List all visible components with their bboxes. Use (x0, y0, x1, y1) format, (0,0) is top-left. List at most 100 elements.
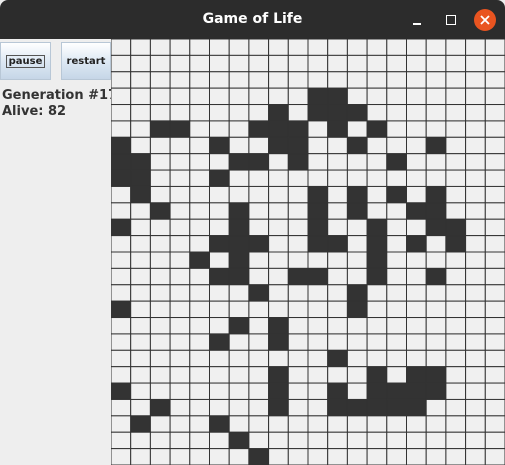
cell-dead[interactable] (445, 169, 467, 187)
cell-dead[interactable] (484, 398, 505, 417)
cell-dead[interactable] (169, 300, 191, 319)
cell-dead[interactable] (209, 54, 230, 73)
cell-dead[interactable] (346, 415, 368, 433)
cell-dead[interactable] (406, 71, 427, 89)
cell-dead[interactable] (445, 448, 467, 465)
cell-dead[interactable] (327, 136, 348, 155)
cell-dead[interactable] (209, 251, 230, 269)
cell-dead[interactable] (169, 235, 191, 253)
cell-dead[interactable] (111, 39, 132, 56)
cell-dead[interactable] (327, 366, 348, 384)
cell-dead[interactable] (346, 448, 368, 465)
cell-dead[interactable] (189, 366, 211, 384)
cell-dead[interactable] (406, 284, 427, 302)
cell-dead[interactable] (111, 71, 132, 89)
title-bar[interactable]: Game of Life (0, 0, 505, 39)
cell-dead[interactable] (169, 415, 191, 433)
cell-dead[interactable] (169, 366, 191, 384)
cell-dead[interactable] (307, 415, 329, 433)
cell-dead[interactable] (149, 382, 171, 400)
cell-alive[interactable] (327, 349, 348, 368)
cell-alive[interactable] (366, 235, 388, 253)
cell-alive[interactable] (248, 120, 270, 138)
cell-dead[interactable] (465, 185, 486, 204)
cell-dead[interactable] (287, 333, 309, 351)
cell-dead[interactable] (189, 235, 211, 253)
cell-dead[interactable] (248, 218, 270, 237)
cell-dead[interactable] (228, 300, 250, 319)
cell-dead[interactable] (386, 202, 407, 220)
cell-dead[interactable] (268, 185, 289, 204)
cell-dead[interactable] (465, 366, 486, 384)
cell-dead[interactable] (169, 349, 191, 368)
cell-dead[interactable] (268, 235, 289, 253)
cell-dead[interactable] (189, 218, 211, 237)
cell-alive[interactable] (130, 185, 151, 204)
cell-alive[interactable] (346, 104, 368, 122)
cell-dead[interactable] (189, 153, 211, 171)
cell-dead[interactable] (287, 169, 309, 187)
cell-dead[interactable] (130, 202, 151, 220)
cell-dead[interactable] (287, 398, 309, 417)
cell-dead[interactable] (228, 349, 250, 368)
cell-alive[interactable] (149, 398, 171, 417)
cell-dead[interactable] (307, 39, 329, 56)
cell-dead[interactable] (406, 136, 427, 155)
cell-dead[interactable] (327, 153, 348, 171)
cell-dead[interactable] (425, 349, 447, 368)
cell-dead[interactable] (366, 136, 388, 155)
cell-dead[interactable] (111, 431, 132, 450)
cell-dead[interactable] (149, 153, 171, 171)
cell-dead[interactable] (465, 267, 486, 286)
cell-alive[interactable] (386, 153, 407, 171)
cell-dead[interactable] (366, 71, 388, 89)
cell-dead[interactable] (465, 317, 486, 335)
cell-dead[interactable] (425, 39, 447, 56)
cell-dead[interactable] (228, 284, 250, 302)
cell-dead[interactable] (268, 218, 289, 237)
cell-alive[interactable] (346, 202, 368, 220)
cell-alive[interactable] (307, 104, 329, 122)
cell-dead[interactable] (465, 169, 486, 187)
cell-dead[interactable] (130, 431, 151, 450)
cell-dead[interactable] (169, 169, 191, 187)
cell-dead[interactable] (484, 54, 505, 73)
cell-dead[interactable] (484, 267, 505, 286)
cell-dead[interactable] (484, 251, 505, 269)
cell-dead[interactable] (287, 300, 309, 319)
cell-dead[interactable] (130, 448, 151, 465)
cell-dead[interactable] (130, 54, 151, 73)
cell-alive[interactable] (209, 267, 230, 286)
cell-dead[interactable] (169, 185, 191, 204)
cell-alive[interactable] (111, 218, 132, 237)
cell-dead[interactable] (130, 218, 151, 237)
cell-dead[interactable] (130, 87, 151, 106)
cell-dead[interactable] (327, 185, 348, 204)
cell-dead[interactable] (189, 333, 211, 351)
cell-alive[interactable] (366, 366, 388, 384)
cell-dead[interactable] (406, 218, 427, 237)
cell-dead[interactable] (465, 415, 486, 433)
cell-dead[interactable] (189, 284, 211, 302)
cell-alive[interactable] (111, 153, 132, 171)
cell-dead[interactable] (445, 415, 467, 433)
cell-alive[interactable] (366, 251, 388, 269)
cell-dead[interactable] (406, 39, 427, 56)
cell-dead[interactable] (189, 382, 211, 400)
cell-dead[interactable] (406, 120, 427, 138)
cell-alive[interactable] (268, 333, 289, 351)
cell-alive[interactable] (130, 415, 151, 433)
cell-dead[interactable] (484, 202, 505, 220)
cell-dead[interactable] (228, 366, 250, 384)
cell-dead[interactable] (445, 104, 467, 122)
cell-dead[interactable] (130, 398, 151, 417)
cell-dead[interactable] (130, 104, 151, 122)
cell-dead[interactable] (248, 251, 270, 269)
cell-dead[interactable] (268, 300, 289, 319)
cell-dead[interactable] (366, 169, 388, 187)
cell-dead[interactable] (189, 349, 211, 368)
cell-dead[interactable] (484, 218, 505, 237)
cell-dead[interactable] (111, 366, 132, 384)
cell-dead[interactable] (465, 104, 486, 122)
cell-dead[interactable] (130, 349, 151, 368)
